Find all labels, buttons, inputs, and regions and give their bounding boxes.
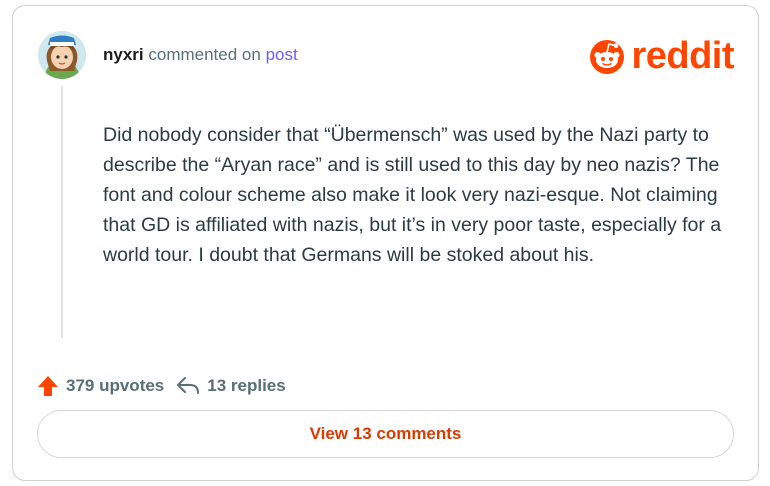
- upvotes-stat[interactable]: 379 upvotes: [37, 375, 164, 397]
- username-link[interactable]: nyxri: [103, 45, 144, 64]
- comment-body: Did nobody consider that “Übermensch” wa…: [103, 124, 722, 266]
- commented-on-text: commented on: [148, 45, 261, 64]
- upvote-arrow-icon: [38, 376, 58, 396]
- comment-card: nyxri commented on post reddit Did nobod…: [12, 5, 759, 481]
- user-avatar[interactable]: [38, 31, 86, 79]
- replies-count: 13 replies: [207, 376, 286, 395]
- replies-stat[interactable]: 13 replies: [176, 376, 286, 396]
- reply-arrow-icon: [177, 377, 200, 394]
- upvotes-count: 379 upvotes: [66, 376, 165, 395]
- avatar-illustration: [38, 31, 86, 79]
- comment-header: nyxri commented on post: [103, 45, 298, 65]
- view-comments-button[interactable]: View 13 comments: [37, 410, 734, 458]
- snoo-icon: [590, 40, 625, 74]
- post-link[interactable]: post: [266, 45, 298, 64]
- comment-stats: 379 upvotes 13 replies: [37, 372, 286, 400]
- thread-line: [61, 86, 63, 338]
- reddit-logo[interactable]: reddit: [589, 36, 734, 76]
- reddit-wordmark: reddit: [631, 35, 734, 77]
